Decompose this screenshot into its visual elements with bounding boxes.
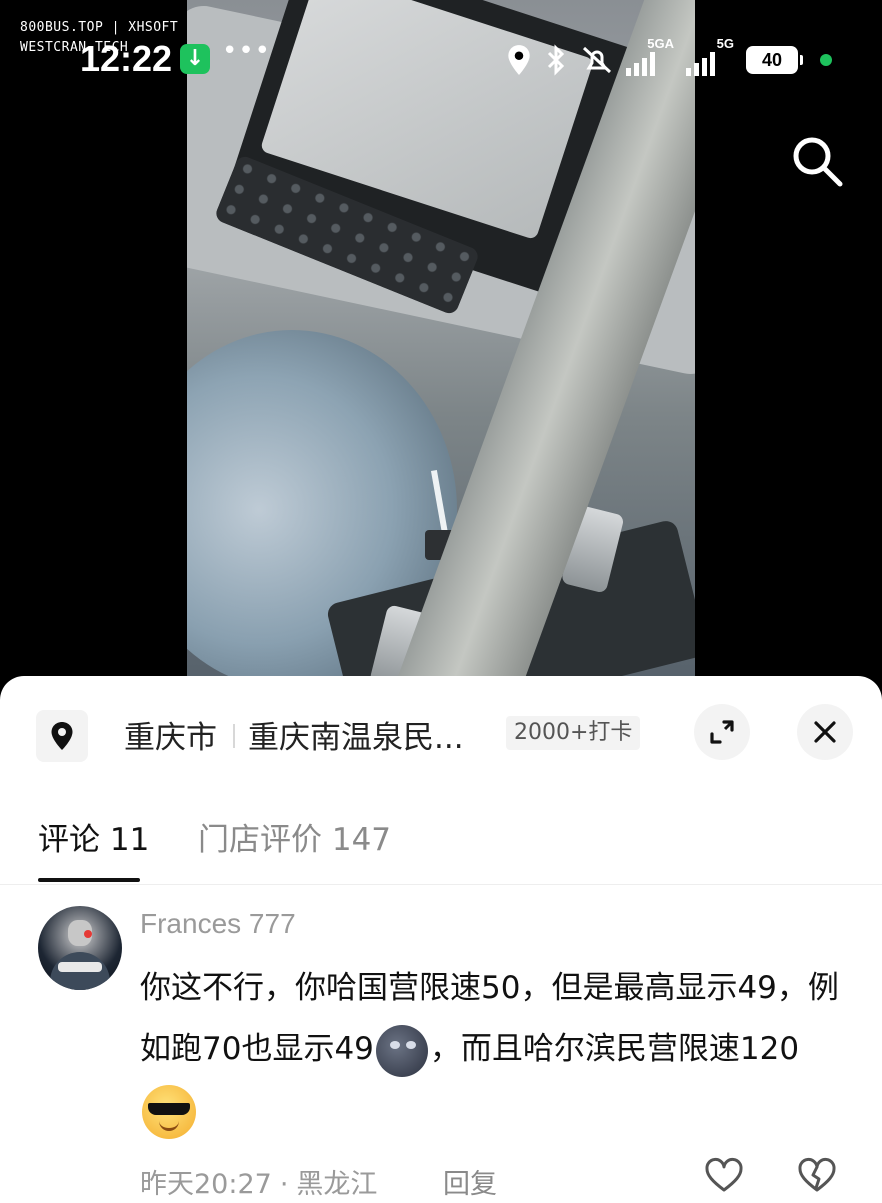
signal-5ga-icon: 5GA (626, 36, 674, 76)
location-row[interactable]: 重庆市 重庆南温泉民... 2000+打卡 (0, 676, 882, 792)
tab-store-reviews[interactable]: 门店评价 147 (198, 814, 391, 859)
video-player[interactable] (0, 0, 882, 690)
more-notifications-icon: ••• (222, 36, 272, 66)
broken-heart-icon[interactable] (797, 1156, 837, 1196)
location-pin-icon (508, 45, 530, 75)
active-tab-indicator (38, 878, 140, 882)
comment-item: Frances 777 你这不行，你哈国营限速50，但是最高显示49，例如跑70… (0, 886, 882, 1203)
comment-username[interactable]: Frances 777 (140, 908, 296, 940)
signal-5g-icon: 5G (686, 36, 734, 76)
meta-separator: · (279, 1169, 289, 1200)
location-divider (233, 724, 235, 748)
comment-tabs: 评论 11 门店评价 147 (0, 792, 882, 885)
bluetooth-icon (547, 44, 565, 76)
status-icons: 5GA 5G 40 (506, 36, 832, 78)
battery-icon: 40 (746, 46, 803, 74)
search-icon[interactable] (790, 134, 844, 188)
heart-icon[interactable] (704, 1156, 744, 1196)
status-time: 12:22 (80, 38, 173, 79)
privacy-indicator-dot (820, 54, 832, 66)
status-bar: 12:22 ↓ ••• 5GA 5G 40 (0, 30, 882, 90)
location-icon-box (36, 710, 88, 762)
expand-button[interactable] (694, 704, 750, 760)
comments-sheet: 重庆市 重庆南温泉民... 2000+打卡 评论 11 门店评价 147 Fra… (0, 676, 882, 1203)
location-city[interactable]: 重庆市 (124, 712, 217, 757)
network-label-5g: 5G (716, 36, 734, 51)
expand-icon (710, 720, 734, 744)
avatar-steering-wheel (58, 962, 102, 972)
network-label-5ga: 5GA (647, 36, 674, 51)
download-icon: ↓ (180, 44, 210, 74)
video-frame (187, 0, 695, 690)
avatar-figure-eye (84, 930, 92, 938)
reply-button[interactable]: 回复 (443, 1162, 497, 1201)
comment-time: 昨天20:27 (140, 1169, 272, 1200)
sunglasses-emoji-icon (142, 1084, 196, 1139)
mute-icon (582, 46, 612, 74)
comment-text-part2: ，而且哈尔滨民营限速120 (429, 1031, 800, 1067)
comment-region: 黑龙江 (296, 1169, 378, 1200)
checkin-count-badge: 2000+打卡 (506, 716, 641, 750)
comment-meta: 昨天20:27 · 黑龙江 (140, 1162, 377, 1201)
comment-text: 你这不行，你哈国营限速50，但是最高显示49，例如跑70也显示49 ，而且哈尔滨民… (140, 958, 850, 1141)
avatar[interactable] (38, 906, 122, 990)
location-pin-icon (51, 722, 73, 750)
close-icon (814, 721, 836, 743)
tab-comments[interactable]: 评论 11 (38, 814, 149, 859)
location-place[interactable]: 重庆南温泉民... (248, 712, 464, 757)
moon-face-emoji-icon (375, 1024, 428, 1077)
close-button[interactable] (797, 704, 853, 760)
